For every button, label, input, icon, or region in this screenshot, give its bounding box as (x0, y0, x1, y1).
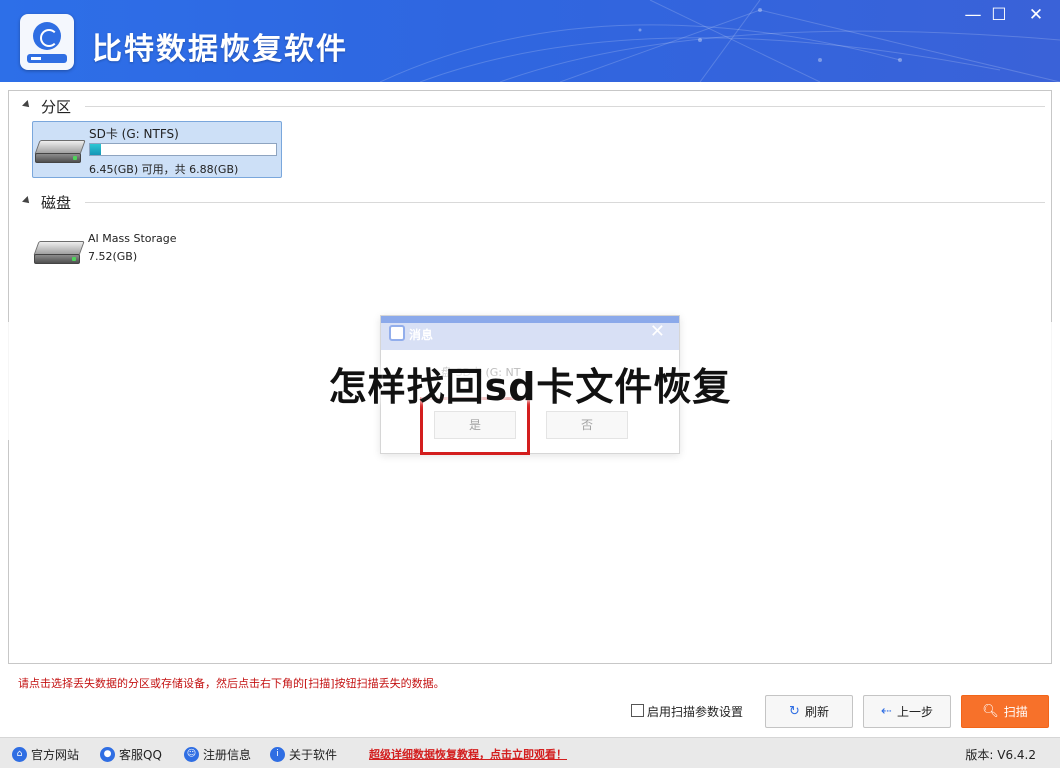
search-icon: 🔍︎ (982, 704, 999, 719)
drive-item-sd-card[interactable]: SD卡 (G: NTFS) 6.45(GB) 可用，共 6.88(GB) (32, 121, 282, 178)
drive-name: SD卡 (G: NTFS) (89, 127, 179, 141)
back-button[interactable]: ⇠ 上一步 (863, 695, 951, 728)
footer-link-label: 官方网站 (31, 747, 80, 762)
footer-link-register[interactable]: ☺ 注册信息 (184, 744, 251, 764)
scan-params-checkbox[interactable] (631, 704, 644, 717)
disk-group-header[interactable]: 磁盘 (9, 190, 1049, 212)
drive-size: 6.45(GB) 可用，共 6.88(GB) (89, 163, 239, 176)
footer-link-label: 关于软件 (289, 747, 338, 762)
user-icon: ☺ (184, 746, 199, 762)
drive-item-mass-storage[interactable]: AI Mass Storage 7.52(GB) (32, 229, 282, 286)
home-icon: ⌂ (12, 746, 27, 762)
close-button[interactable]: ✕ (1021, 4, 1051, 26)
qq-icon: ● (100, 746, 115, 762)
app-title: 比特数据恢复软件 (92, 32, 348, 67)
version-label: 版本: V6.4.2 (965, 748, 1036, 762)
collapse-triangle-icon[interactable] (22, 196, 32, 206)
hard-drive-icon (34, 140, 86, 166)
divider (85, 202, 1045, 203)
group-label: 磁盘 (41, 194, 72, 212)
overlay-title: 怎样找回sd卡文件恢复 (328, 365, 732, 409)
refresh-icon: ↻ (789, 704, 800, 719)
footer-link-qq[interactable]: ● 客服QQ (100, 744, 162, 764)
footer-link-label: 客服QQ (119, 747, 162, 762)
instruction-hint: 请点击选择丢失数据的分区或存储设备，然后点击右下角的[扫描]按钮扫描丢失的数据。 (18, 677, 445, 690)
partition-group-header[interactable]: 分区 (9, 94, 1049, 116)
divider (85, 106, 1045, 107)
refresh-button[interactable]: ↻ 刷新 (765, 695, 853, 728)
dialog-close-icon[interactable]: ✕ (650, 321, 665, 342)
dialog-title: 消息 (409, 328, 434, 342)
dialog-app-icon (389, 325, 405, 341)
scan-label: 扫描 (1003, 705, 1028, 719)
scan-button[interactable]: 🔍︎ 扫描 (961, 695, 1049, 728)
drive-usage-fill (90, 144, 102, 155)
maximize-button[interactable]: ☐ (984, 4, 1014, 26)
tutorial-promo-link[interactable]: 超级详细数据恢复教程，点击立即观看！ (369, 746, 567, 762)
back-label: 上一步 (896, 705, 933, 719)
collapse-triangle-icon[interactable] (22, 100, 32, 110)
dialog-title-bar: 消息 ✕ (381, 316, 679, 350)
refresh-label: 刷新 (804, 705, 829, 719)
footer-link-website[interactable]: ⌂ 官方网站 (12, 744, 79, 764)
arrow-left-icon: ⇠ (881, 704, 892, 719)
drive-usage-bar (89, 143, 277, 156)
app-logo-icon (20, 14, 74, 70)
footer-link-label: 注册信息 (203, 747, 252, 762)
hard-drive-icon (33, 241, 85, 267)
scan-params-label[interactable]: 启用扫描参数设置 (647, 703, 743, 720)
info-icon: i (270, 746, 285, 762)
footer-link-about[interactable]: i 关于软件 (270, 744, 337, 764)
footer-bar: ⌂ 官方网站 ● 客服QQ ☺ 注册信息 i 关于软件 超级详细数据恢复教程，点… (0, 737, 1060, 768)
title-bar: 比特数据恢复软件 — ☐ ✕ (0, 0, 1060, 82)
drive-name: AI Mass Storage (88, 232, 177, 245)
drive-size: 7.52(GB) (88, 250, 138, 263)
dialog-no-button[interactable]: 否 (546, 411, 628, 439)
group-label: 分区 (41, 98, 72, 116)
